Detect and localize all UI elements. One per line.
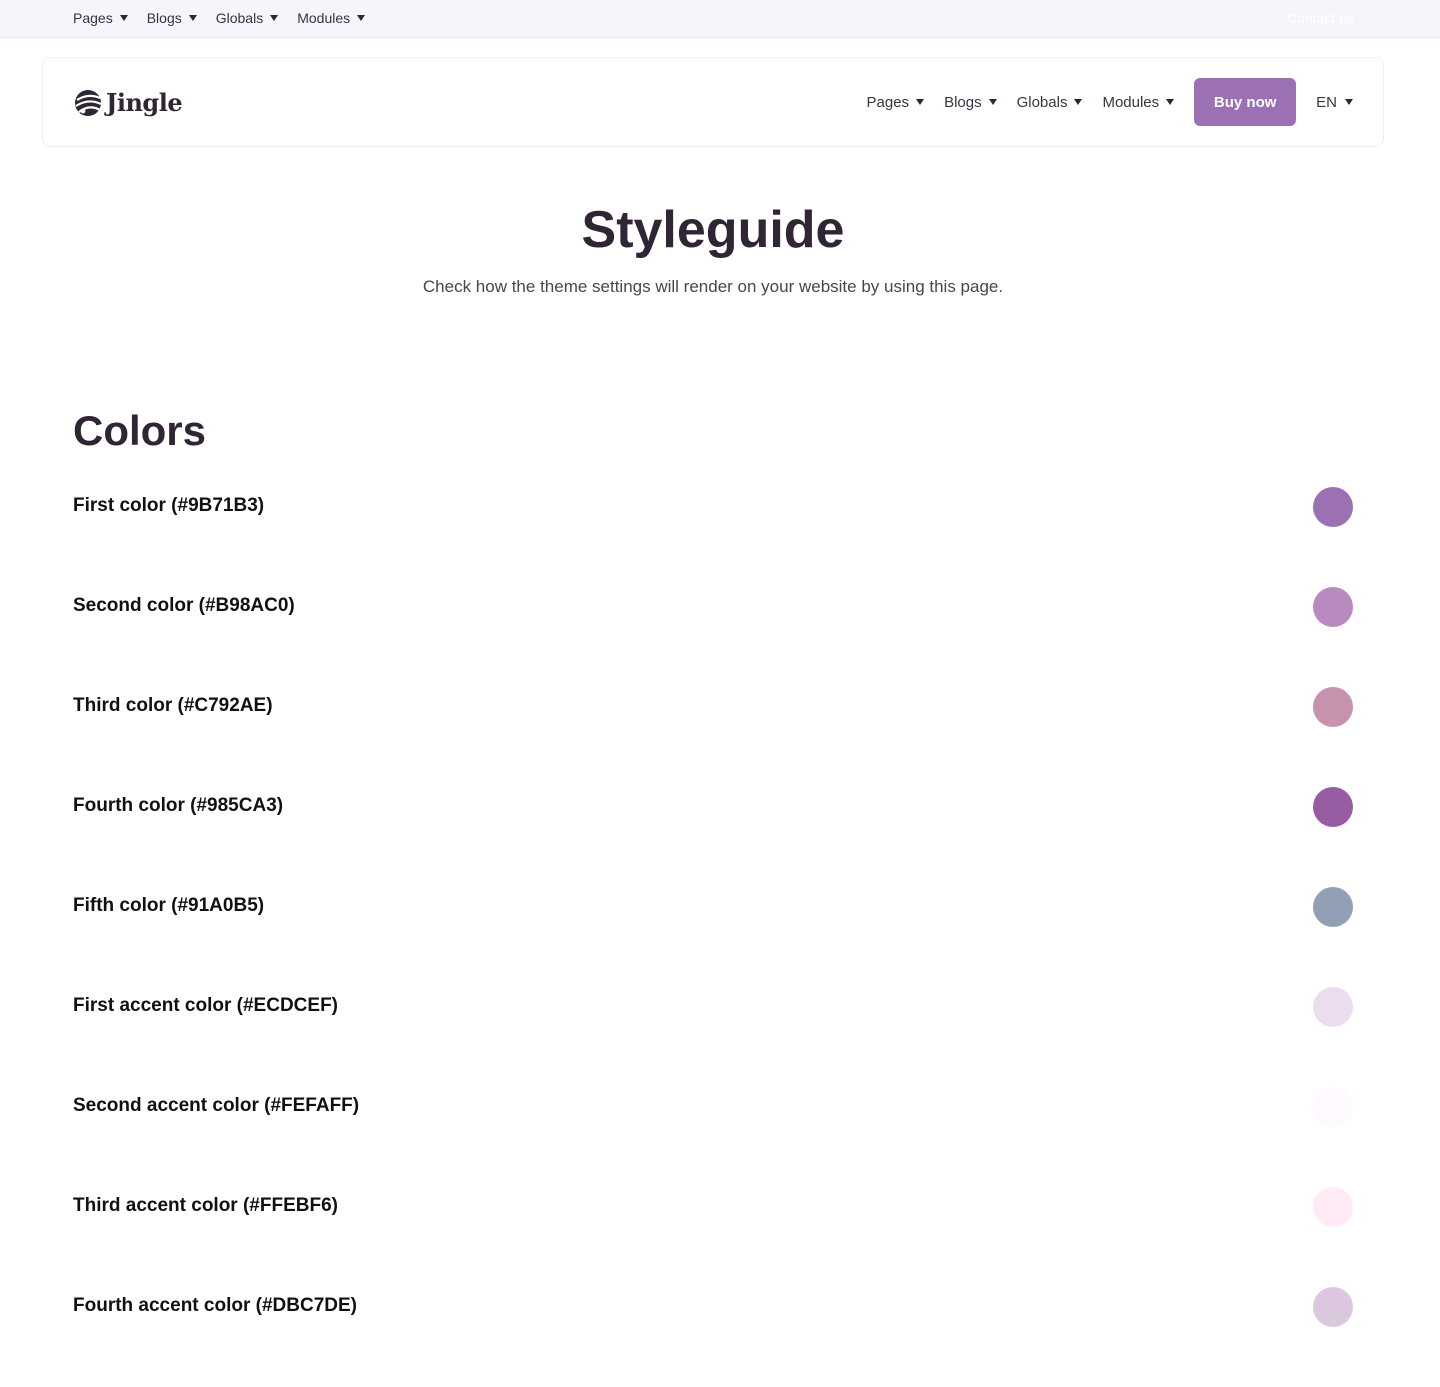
caret-down-icon [1074,99,1083,105]
color-row: Fifth color (#91A0B5) [73,887,1353,987]
utility-nav-modules[interactable]: Modules [297,10,366,26]
caret-down-icon [916,99,925,105]
color-swatch [1313,687,1353,727]
caret-down-icon [357,15,366,21]
color-label: Fourth color (#985CA3) [73,795,284,816]
utility-nav-label: Modules [297,10,351,26]
language-label: EN [1316,93,1337,111]
color-row: Second accent color (#FEFAFF) [73,1087,1353,1187]
color-label: Second color (#B98AC0) [73,595,295,616]
color-swatch [1313,1287,1353,1327]
color-row: First accent color (#ECDCEF) [73,987,1353,1087]
color-swatch [1313,787,1353,827]
caret-down-icon [188,15,197,21]
logo[interactable]: Jingle [74,88,183,117]
nav-item-blogs[interactable]: Blogs [944,94,997,111]
color-swatch [1313,887,1353,927]
nav-item-pages[interactable]: Pages [867,94,925,111]
buy-now-button[interactable]: Buy now [1194,78,1297,126]
color-label: First accent color (#ECDCEF) [73,995,338,1016]
color-label: Fifth color (#91A0B5) [73,895,265,916]
color-row: Fourth accent color (#DBC7DE) [73,1287,1353,1387]
utility-nav-label: Pages [73,10,113,26]
caret-down-icon [119,15,128,21]
nav-item-label: Pages [866,93,910,111]
color-row: Third color (#C792AE) [73,687,1353,787]
nav-item-label: Blogs [944,93,982,111]
utility-nav-label: Blogs [146,10,182,26]
caret-down-icon [988,99,997,105]
color-label: Second accent color (#FEFAFF) [73,1095,360,1116]
utility-nav: Pages Blogs Globals Modules [73,0,366,36]
color-row: Third accent color (#FFEBF6) [73,1187,1353,1287]
utility-nav-globals[interactable]: Globals [215,10,279,26]
color-label: Fourth accent color (#DBC7DE) [73,1295,357,1316]
color-swatch [1313,487,1353,527]
color-swatch [1313,1087,1353,1127]
color-row: Fourth color (#985CA3) [73,787,1353,887]
language-selector[interactable]: EN [1316,94,1353,111]
color-row: Second color (#B98AC0) [73,587,1353,687]
main-nav: Pages Blogs Globals Modules Buy now EN [867,78,1353,126]
caret-down-icon [1345,99,1353,105]
nav-item-globals[interactable]: Globals [1017,94,1083,111]
logo-text: Jingle [106,88,183,117]
colors-section-title: Colors [73,407,207,454]
nav-item-label: Globals [1016,93,1068,111]
color-swatch [1313,587,1353,627]
jingle-logo-icon [75,89,102,116]
color-label: Third accent color (#FFEBF6) [73,1195,338,1216]
color-swatch [1313,1187,1353,1227]
utility-nav-label: Globals [215,10,264,26]
caret-down-icon [270,15,279,21]
color-swatch [1313,987,1353,1027]
site-header: Jingle Pages Blogs Globals Modules Buy n… [42,57,1384,147]
utility-nav-blogs[interactable]: Blogs [147,10,197,26]
utility-nav-pages[interactable]: Pages [73,10,128,26]
color-row: First color (#9B71B3) [73,487,1353,587]
utility-bar: Pages Blogs Globals Modules Contact us [0,0,1440,38]
contact-us-link[interactable]: Contact us [1287,10,1354,26]
color-label: Third color (#C792AE) [73,695,273,716]
page-subtitle: Check how the theme settings will render… [422,277,1004,296]
color-list: First color (#9B71B3) Second color (#B98… [73,487,1353,1387]
nav-item-label: Modules [1102,93,1160,111]
nav-item-modules[interactable]: Modules [1102,93,1175,111]
caret-down-icon [1166,99,1175,105]
page-title: Styleguide [581,201,845,259]
color-label: First color (#9B71B3) [73,495,265,516]
